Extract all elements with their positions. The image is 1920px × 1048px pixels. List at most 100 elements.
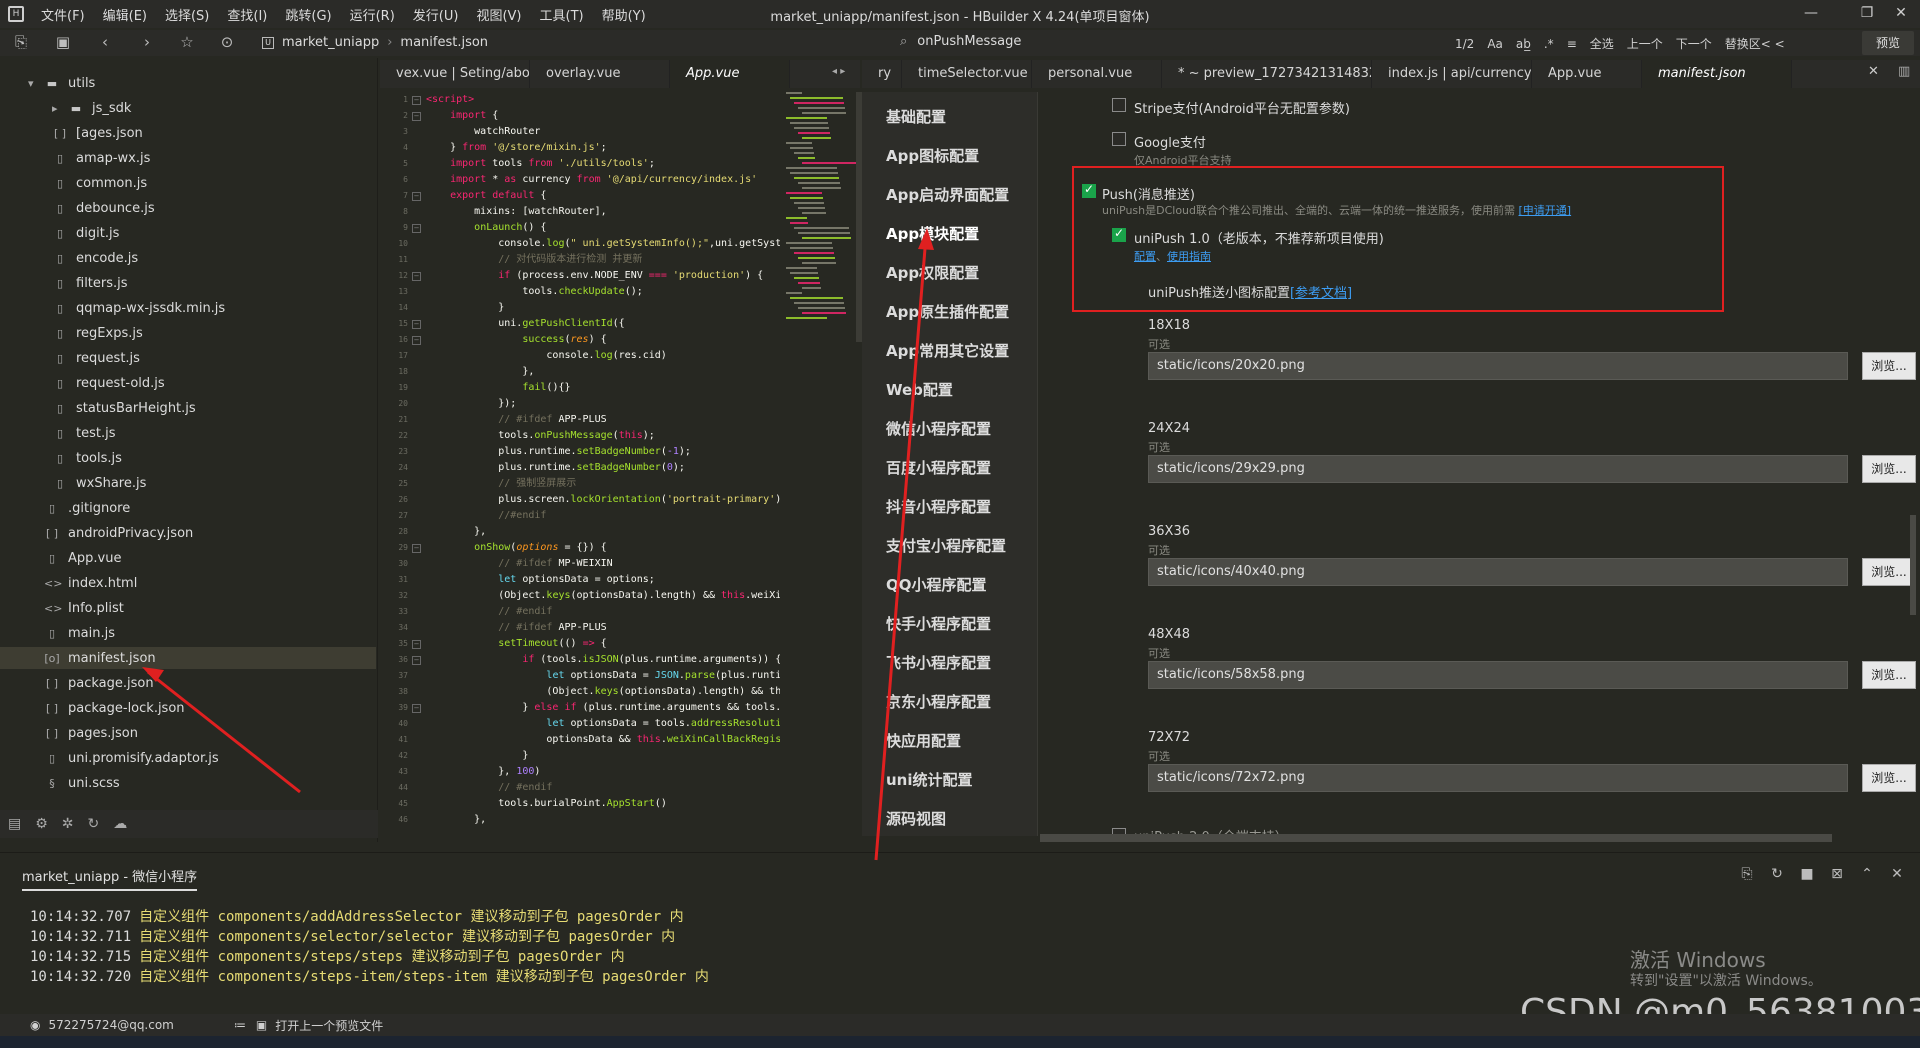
tree-item[interactable]: <> index.html xyxy=(0,572,376,594)
menu-item[interactable]: 查找(I) xyxy=(218,5,276,24)
unipush1-checkbox[interactable] xyxy=(1112,226,1126,242)
manifest-nav-item[interactable]: 快手小程序配置 xyxy=(886,613,991,634)
preview-button[interactable]: 预览 xyxy=(1862,31,1914,55)
menu-item[interactable]: 文件(F) xyxy=(32,5,94,24)
code-line[interactable]: } xyxy=(426,300,504,316)
browse-button[interactable]: 浏览... xyxy=(1862,558,1916,586)
editor-tab[interactable]: overlay.vue xyxy=(530,60,670,88)
list-icon[interactable]: ≔ xyxy=(234,1018,246,1032)
code-line[interactable]: console.log(res.cid) xyxy=(426,348,666,364)
icon-path-input[interactable]: static/icons/58x58.png xyxy=(1148,661,1848,689)
list-icon[interactable]: ≡ xyxy=(1567,37,1577,51)
menu-item[interactable]: 选择(S) xyxy=(156,5,218,24)
code-line[interactable]: let optionsData = JSON.parse(plus.runti xyxy=(426,668,780,684)
tree-item[interactable]: § uni.scss xyxy=(0,772,376,794)
code-line[interactable]: console.log(" uni.getSystemInfo();",uni.… xyxy=(426,236,780,252)
tab-scroll-icon[interactable]: ◂ ▸ xyxy=(832,66,845,77)
find-text[interactable]: onPushMessage xyxy=(917,34,1021,49)
code-line[interactable]: optionsData && this.weiXinCallBackRegis xyxy=(426,732,780,748)
editor-tab[interactable]: App.vue xyxy=(1532,60,1642,88)
fold-icon[interactable]: − xyxy=(412,336,421,345)
code-line[interactable]: let optionsData = options; xyxy=(426,572,655,588)
restart-icon[interactable]: ↻ xyxy=(1766,866,1788,882)
git-icon[interactable]: ↻ xyxy=(88,816,100,832)
tree-item[interactable]: [ ] androidPrivacy.json xyxy=(0,522,376,544)
project-manager-icon[interactable]: ▤ xyxy=(8,816,21,832)
close-window-icon[interactable]: ✕ xyxy=(1886,5,1916,21)
editor-tab[interactable]: App.vue xyxy=(670,60,790,88)
code-line[interactable]: // 强制竖屏展示 xyxy=(426,476,576,492)
tree-item[interactable]: ▯ test.js xyxy=(0,422,376,444)
guide-link[interactable]: 使用指南 xyxy=(1167,250,1211,263)
browse-button[interactable]: 浏览... xyxy=(1862,661,1916,689)
tree-item[interactable]: <> Info.plist xyxy=(0,597,376,619)
code-line[interactable]: success(res) { xyxy=(426,332,606,348)
code-line[interactable]: fail(){} xyxy=(426,380,570,396)
fold-icon[interactable]: − xyxy=(412,112,421,121)
menu-item[interactable]: 跳转(G) xyxy=(276,5,340,24)
tree-item[interactable]: ▯ App.vue xyxy=(0,547,376,569)
breadcrumb-project[interactable]: market_uniapp xyxy=(282,35,379,50)
tree-item[interactable]: ▯ statusBarHeight.js xyxy=(0,397,376,419)
manifest-nav-item[interactable]: QQ小程序配置 xyxy=(886,574,987,595)
whole-word-icon[interactable]: ab̲ xyxy=(1516,37,1531,51)
icon-path-input[interactable]: static/icons/29x29.png xyxy=(1148,455,1848,483)
expand-arrow-icon[interactable]: ▸ xyxy=(52,102,68,115)
code-line[interactable]: import { xyxy=(426,108,498,124)
forward-icon[interactable]: › xyxy=(136,33,158,51)
manifest-nav-item[interactable]: 基础配置 xyxy=(886,106,946,127)
tree-item[interactable]: ▯ regExps.js xyxy=(0,322,376,344)
tree-item[interactable]: ▯ request.js xyxy=(0,347,376,369)
code-line[interactable]: // #ifdef MP-WEIXIN xyxy=(426,556,612,572)
icon-path-input[interactable]: static/icons/40x40.png xyxy=(1148,558,1848,586)
open-log-icon[interactable]: ⎘ xyxy=(1736,866,1758,882)
editor-tab[interactable]: vex.vue | Seting/about xyxy=(380,60,530,88)
manifest-nav-item[interactable]: App常用其它设置 xyxy=(886,340,1009,361)
next-match-button[interactable]: 下一个 xyxy=(1676,35,1712,52)
doc-link[interactable]: [参考文档] xyxy=(1290,286,1352,301)
tree-item[interactable]: ▯ digit.js xyxy=(0,222,376,244)
fold-icon[interactable]: − xyxy=(412,96,421,105)
code-line[interactable]: export default { xyxy=(426,188,546,204)
manifest-nav-item[interactable]: 飞书小程序配置 xyxy=(886,652,991,673)
code-line[interactable]: }, 100) xyxy=(426,764,540,780)
manifest-nav-item[interactable]: App原生插件配置 xyxy=(886,301,1009,322)
code-line[interactable]: tools.onPushMessage(this); xyxy=(426,428,655,444)
maximize-icon[interactable]: ❐ xyxy=(1852,5,1882,21)
editor-tab[interactable]: index.js | api/currency xyxy=(1372,60,1532,88)
code-minimap[interactable] xyxy=(782,92,856,372)
tree-item[interactable]: [ ] package-lock.json xyxy=(0,697,376,719)
minimize-icon[interactable]: — xyxy=(1796,5,1826,21)
replace-toggle-button[interactable]: 替换区< < xyxy=(1725,35,1785,52)
cloud-icon[interactable]: ☁ xyxy=(113,816,127,832)
tree-item[interactable]: ▯ wxShare.js xyxy=(0,472,376,494)
tree-item[interactable]: ▯ request-old.js xyxy=(0,372,376,394)
clear-console-icon[interactable]: ⊠ xyxy=(1826,866,1848,882)
manifest-nav-item[interactable]: App启动界面配置 xyxy=(886,184,1009,205)
manifest-nav-item[interactable]: 微信小程序配置 xyxy=(886,418,991,439)
code-line[interactable]: import tools from './utils/tools'; xyxy=(426,156,655,172)
code-line[interactable]: // #endif xyxy=(426,780,552,796)
google-pay-checkbox[interactable] xyxy=(1112,132,1126,146)
tree-item[interactable]: ▯ encode.js xyxy=(0,247,376,269)
code-line[interactable]: (Object.keys(optionsData).length) && th xyxy=(426,684,780,700)
code-line[interactable]: }); xyxy=(426,396,516,412)
select-all-button[interactable]: 全选 xyxy=(1590,35,1614,52)
menu-item[interactable]: 视图(V) xyxy=(467,5,530,24)
code-line[interactable]: <script> xyxy=(426,92,474,108)
menu-item[interactable]: 帮助(Y) xyxy=(593,5,655,24)
stripe-checkbox[interactable] xyxy=(1112,98,1126,112)
tree-item[interactable]: ▯ .gitignore xyxy=(0,497,376,519)
manifest-nav-item[interactable]: 抖音小程序配置 xyxy=(886,496,991,517)
regex-icon[interactable]: .* xyxy=(1544,37,1554,51)
fold-icon[interactable]: − xyxy=(412,192,421,201)
code-line[interactable]: if (tools.isJSON(plus.runtime.arguments)… xyxy=(426,652,780,668)
editor-tab[interactable]: timeSelector.vue xyxy=(902,60,1032,88)
prev-match-button[interactable]: 上一个 xyxy=(1627,35,1663,52)
code-line[interactable]: //#endif xyxy=(426,508,546,524)
menu-item[interactable]: 编辑(E) xyxy=(94,5,156,24)
tree-item[interactable]: ▯ common.js xyxy=(0,172,376,194)
code-line[interactable]: // #ifdef APP-PLUS xyxy=(426,412,606,428)
code-line[interactable]: // 对代码版本进行检测 并更新 xyxy=(426,252,642,268)
tree-item[interactable]: ▯ filters.js xyxy=(0,272,376,294)
